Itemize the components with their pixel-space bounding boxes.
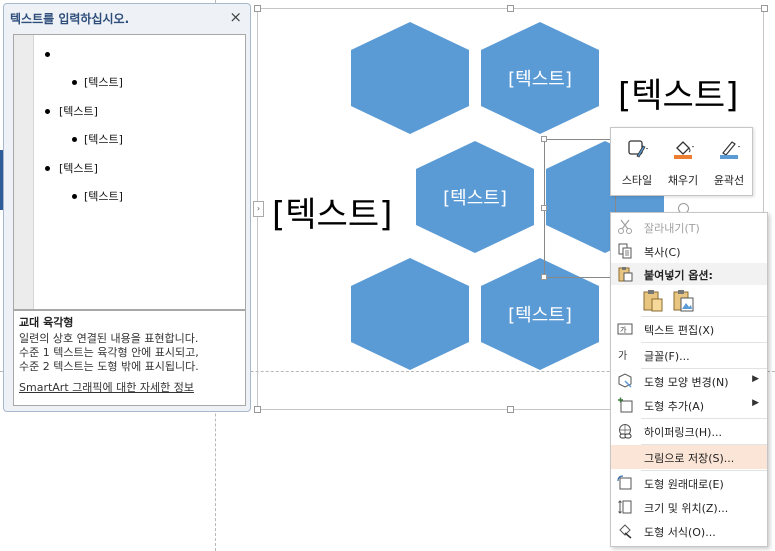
- resize-handle[interactable]: [254, 5, 261, 12]
- text-pane: 텍스트를 입력하십시오. × [텍스트] [텍스트] [텍스트] [텍스트] […: [3, 3, 251, 412]
- style-icon: [628, 140, 648, 158]
- text-pane-title: 텍스트를 입력하십시오.: [10, 12, 130, 26]
- cut-label: 잘라내기(T): [644, 222, 700, 235]
- resize-handle[interactable]: [761, 5, 768, 12]
- layout-description: 교대 육각형 일련의 상호 연결된 내용을 표현합니다. 수준 1 텍스트는 육…: [13, 310, 246, 406]
- add-shape-label: 도형 추가(A): [644, 400, 705, 413]
- edit-text-label: 텍스트 편집(X): [644, 324, 715, 337]
- hyperlink-menu-item[interactable]: 하이퍼링크(H)...: [611, 419, 767, 443]
- outline-button[interactable]: 윤곽선: [707, 134, 751, 192]
- change-shape-label: 도형 모양 변경(N): [644, 376, 729, 389]
- list-item[interactable]: [텍스트]: [59, 160, 98, 176]
- bullet-dot: [72, 137, 77, 142]
- svg-text:가: 가: [620, 325, 627, 334]
- paste-options-label: 붙여넣기 옵션:: [644, 269, 713, 282]
- close-icon[interactable]: ×: [229, 8, 242, 26]
- paste-as-picture-button[interactable]: [671, 289, 695, 313]
- size-position-menu-item[interactable]: 크기 및 위치(Z)...: [611, 495, 767, 519]
- list-item[interactable]: [텍스트]: [84, 131, 123, 147]
- style-button[interactable]: 스타일: [615, 134, 659, 192]
- font-label: 글꼴(F)...: [644, 350, 690, 363]
- font-menu-item[interactable]: 가 글꼴(F)...: [611, 343, 767, 367]
- resize-handle[interactable]: [507, 5, 514, 12]
- paste-picture-icon: [673, 290, 694, 312]
- context-menu: 잘라내기(T) 복사(C) 붙여넣기 옵션: 가 텍스트 편집(X) 가 글꼴(…: [610, 212, 768, 547]
- add-shape-menu-item[interactable]: 도형 추가(A) ▶: [611, 393, 767, 417]
- bullet-list[interactable]: [텍스트] [텍스트] [텍스트] [텍스트] [텍스트]: [13, 34, 246, 310]
- expand-text-pane-button[interactable]: ›: [253, 201, 264, 217]
- mini-toolbar: 스타일 채우기 윤곽선: [610, 127, 753, 196]
- submenu-arrow-icon: ▶: [752, 398, 759, 408]
- bullet-dot: [45, 109, 50, 114]
- shape-handle[interactable]: [541, 205, 547, 211]
- list-item[interactable]: [텍스트]: [84, 74, 123, 90]
- fill-button[interactable]: 채우기: [661, 134, 705, 192]
- hexagon-label: [텍스트]: [508, 69, 572, 90]
- paste-keep-formatting-button[interactable]: [641, 289, 665, 313]
- bullet-dot: [72, 80, 77, 85]
- paste-options-header: 붙여넣기 옵션:: [611, 263, 767, 285]
- svg-text:가: 가: [618, 350, 627, 362]
- shape-handle[interactable]: [541, 136, 547, 142]
- hyperlink-label: 하이퍼링크(H)...: [644, 426, 722, 439]
- resize-handle[interactable]: [507, 406, 514, 413]
- hexagon-label: [텍스트]: [508, 305, 572, 326]
- hyperlink-icon: [619, 424, 632, 439]
- fill-label: 채우기: [667, 174, 699, 187]
- reset-shape-icon: [617, 475, 632, 490]
- add-shape-icon: [618, 397, 633, 413]
- bullet-dot: [72, 194, 77, 199]
- outline-pen-icon: [720, 141, 740, 159]
- reset-shape-menu-item[interactable]: 도형 원래대로(E): [611, 471, 767, 495]
- layout-name: 교대 육각형: [19, 316, 74, 329]
- style-label: 스타일: [621, 174, 653, 187]
- outer-text-label[interactable]: [텍스트]: [272, 187, 392, 236]
- format-shape-label: 도형 서식(O)...: [644, 526, 716, 539]
- format-shape-icon: [619, 524, 632, 539]
- outer-text-label[interactable]: [텍스트]: [618, 68, 738, 117]
- save-as-picture-menu-item[interactable]: 그림으로 저장(S)...: [611, 445, 767, 469]
- selection-box: [544, 139, 616, 278]
- shape-handle[interactable]: [541, 274, 547, 280]
- copy-icon: [618, 243, 632, 259]
- save-as-picture-label: 그림으로 저장(S)...: [644, 452, 735, 465]
- hexagon-label: [텍스트]: [443, 188, 507, 209]
- cut-menu-item[interactable]: 잘라내기(T): [611, 215, 767, 239]
- list-item[interactable]: [텍스트]: [59, 103, 98, 119]
- description-line: 수준 2 텍스트는 도형 밖에 표시됩니다.: [19, 360, 199, 373]
- change-shape-icon: [618, 373, 632, 388]
- list-item[interactable]: [텍스트]: [84, 188, 123, 204]
- more-info-link[interactable]: SmartArt 그래픽에 대한 자세한 정보: [19, 379, 240, 395]
- reset-shape-label: 도형 원래대로(E): [644, 478, 724, 491]
- clipboard-icon: [618, 267, 633, 282]
- scissors-icon: [618, 219, 632, 234]
- copy-label: 복사(C): [644, 246, 681, 259]
- outline-label: 윤곽선: [713, 174, 745, 187]
- paint-bucket-icon: [674, 141, 694, 159]
- font-icon: 가: [618, 350, 627, 362]
- size-position-label: 크기 및 위치(Z)...: [644, 502, 729, 515]
- list-gutter: [14, 35, 34, 309]
- edit-text-menu-item[interactable]: 가 텍스트 편집(X): [611, 317, 767, 341]
- description-line: 일련의 상호 연결된 내용을 표현합니다.: [19, 332, 199, 345]
- size-position-icon: [618, 500, 632, 514]
- bullet-dot: [45, 166, 50, 171]
- submenu-arrow-icon: ▶: [752, 374, 759, 384]
- resize-handle[interactable]: [254, 406, 261, 413]
- change-shape-menu-item[interactable]: 도형 모양 변경(N) ▶: [611, 369, 767, 393]
- format-shape-menu-item[interactable]: 도형 서식(O)...: [611, 519, 767, 543]
- paste-icon: [643, 290, 663, 312]
- copy-menu-item[interactable]: 복사(C): [611, 239, 767, 263]
- bullet-dot: [45, 52, 50, 57]
- description-line: 수준 1 텍스트는 육각형 안에 표시되고,: [19, 346, 199, 359]
- edit-text-icon: 가: [617, 323, 633, 335]
